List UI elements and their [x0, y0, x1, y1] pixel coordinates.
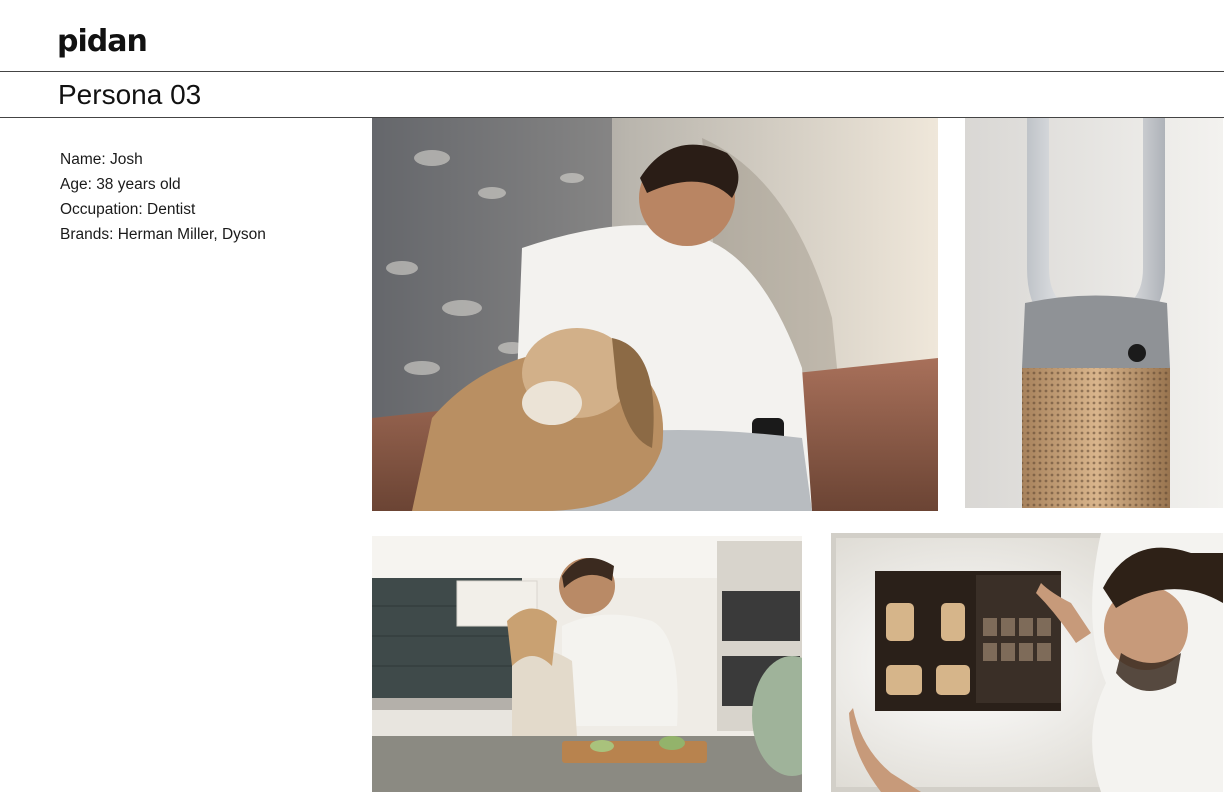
father-daughter-kitchen-photo: [372, 536, 802, 792]
pidan-logo: pidan: [57, 24, 148, 59]
page-title: Persona 03: [58, 79, 202, 110]
persona-occupation: Occupation: Dentist: [60, 201, 196, 218]
man-with-dog-photo: [372, 118, 938, 511]
dyson-purifier-photo: [965, 118, 1223, 508]
persona-details: Name: Josh Age: 38 years old Occupation:…: [60, 147, 266, 247]
persona-name: Name: Josh: [60, 151, 143, 168]
header-divider: [0, 71, 1224, 72]
persona-brands: Brands: Herman Miller, Dyson: [60, 226, 266, 243]
persona-age: Age: 38 years old: [60, 176, 181, 193]
dentist-xray-photo: [831, 533, 1223, 792]
